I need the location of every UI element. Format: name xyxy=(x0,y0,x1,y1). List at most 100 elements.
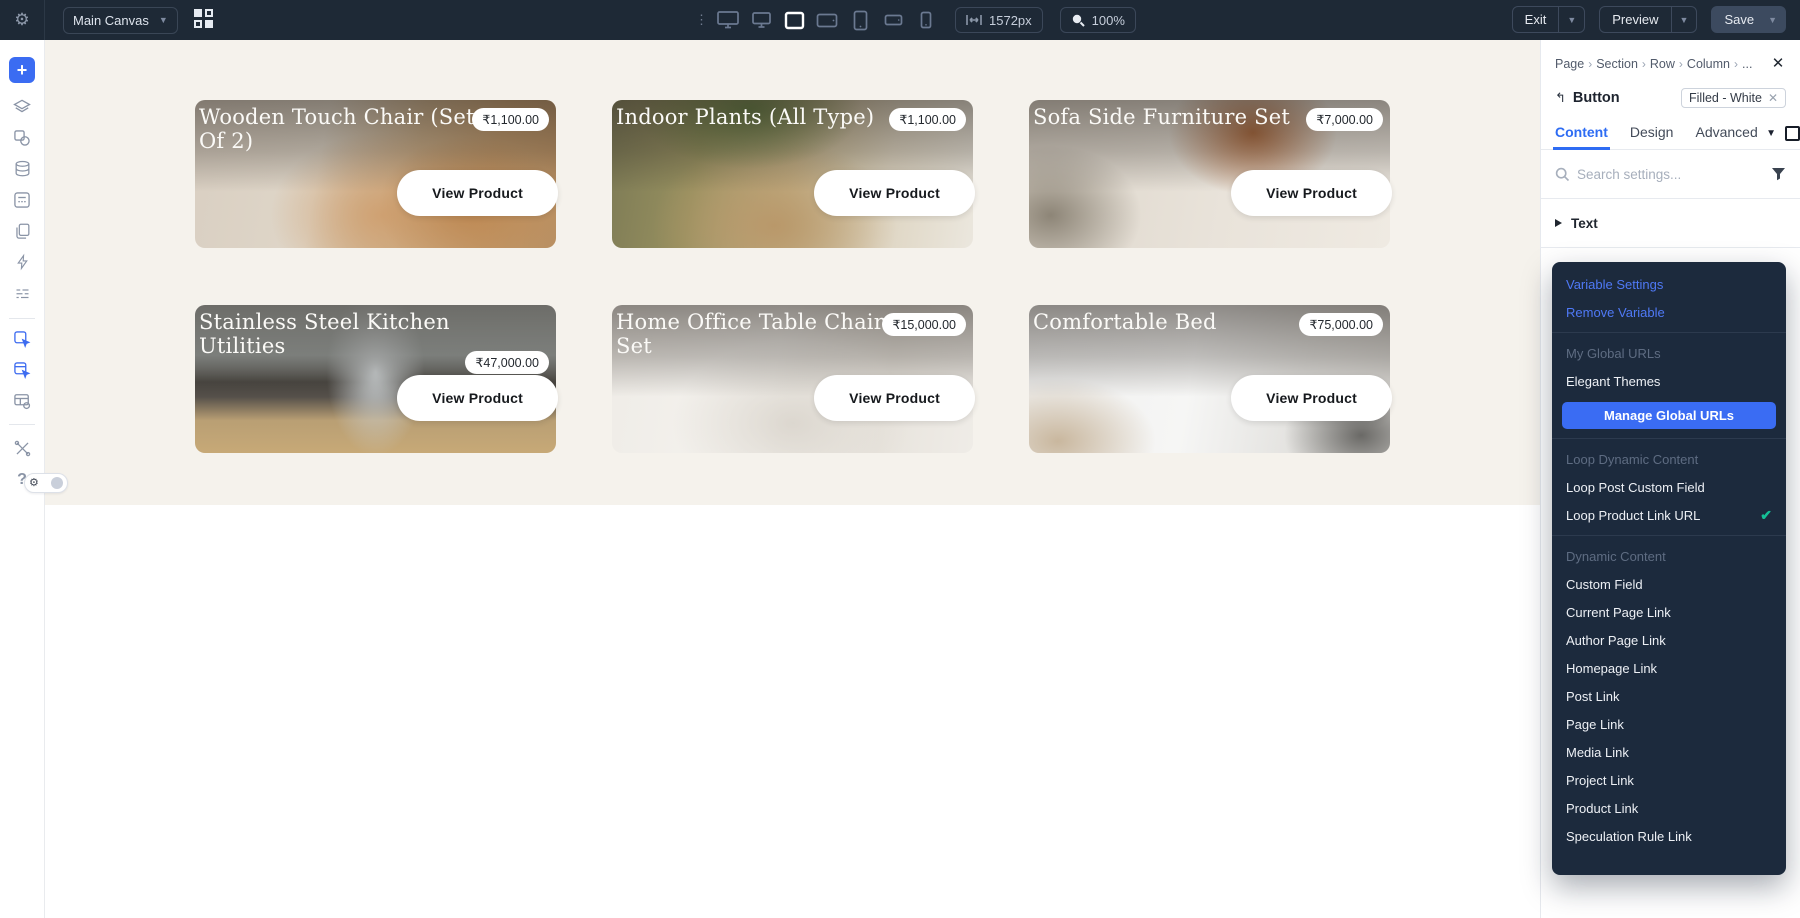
preview-button[interactable]: Preview ▼ xyxy=(1599,6,1697,33)
view-product-button[interactable]: View Product xyxy=(814,170,975,216)
dropdown-item-author-page-link[interactable]: Author Page Link xyxy=(1552,626,1786,654)
zoom-control[interactable]: 100% xyxy=(1060,7,1136,33)
chevron-right-icon xyxy=(1555,219,1562,227)
view-product-button[interactable]: View Product xyxy=(397,170,558,216)
view-product-button[interactable]: View Product xyxy=(397,375,558,421)
dropdown-item-elegant-themes[interactable]: Elegant Themes xyxy=(1552,367,1786,395)
manage-global-urls-button[interactable]: Manage Global URLs xyxy=(1562,402,1776,429)
dropdown-item-homepage-link[interactable]: Homepage Link xyxy=(1552,654,1786,682)
breadcrumb-item-[interactable]: ... xyxy=(1742,57,1752,71)
element-box-icon[interactable] xyxy=(1785,126,1800,141)
tabs-chevron-down-icon[interactable]: ▼ xyxy=(1766,128,1776,139)
list-lines-icon[interactable] xyxy=(0,277,45,308)
breadcrumb-separator: › xyxy=(1734,57,1738,71)
dropdown-item-product-link[interactable]: Product Link xyxy=(1552,794,1786,822)
close-icon[interactable]: ✕ xyxy=(1770,56,1786,72)
filter-funnel-icon[interactable] xyxy=(1771,167,1786,181)
device-desktop-large-icon[interactable] xyxy=(716,8,740,32)
breadcrumb-item-section[interactable]: Section xyxy=(1596,57,1638,71)
canvas-width-input[interactable]: 1572px xyxy=(955,7,1043,33)
dropdown-group-header: Dynamic Content xyxy=(1552,542,1786,570)
exit-dropdown-chevron[interactable]: ▼ xyxy=(1558,7,1584,32)
copy-pages-icon[interactable] xyxy=(0,215,45,246)
dropdown-item-project-link[interactable]: Project Link xyxy=(1552,766,1786,794)
back-level-icon[interactable]: ↰ xyxy=(1555,90,1566,106)
view-product-button[interactable]: View Product xyxy=(814,375,975,421)
search-input[interactable] xyxy=(1577,167,1771,182)
layers-icon[interactable] xyxy=(0,91,45,122)
section-toggle-text[interactable]: Text xyxy=(1541,199,1800,248)
device-phone-portrait-icon[interactable] xyxy=(914,8,938,32)
variable-settings-link[interactable]: Variable Settings xyxy=(1552,270,1786,298)
lightning-icon[interactable] xyxy=(0,246,45,277)
select-module-icon[interactable] xyxy=(0,323,45,354)
device-current-breakpoint-icon[interactable] xyxy=(782,8,806,32)
preview-dropdown-chevron[interactable]: ▼ xyxy=(1671,7,1697,32)
builder-interface-toggle[interactable]: ⚙ xyxy=(24,473,68,493)
section-label: Text xyxy=(1571,216,1598,231)
save-button[interactable]: Save ▼ xyxy=(1711,6,1786,33)
dropdown-item-post-link[interactable]: Post Link xyxy=(1552,682,1786,710)
style-preset-tag[interactable]: Filled - White ✕ xyxy=(1681,88,1786,108)
breadcrumb-separator: › xyxy=(1588,57,1592,71)
tools-icon[interactable] xyxy=(0,433,45,464)
layout-grid-button[interactable] xyxy=(194,9,216,31)
exit-button[interactable]: Exit ▼ xyxy=(1512,6,1586,33)
breadcrumb-item-row[interactable]: Row xyxy=(1650,57,1675,71)
product-title: Home Office Table Chair Set xyxy=(616,310,916,358)
dropdown-item-label: Loop Post Custom Field xyxy=(1566,480,1705,495)
dropdown-item-label: Speculation Rule Link xyxy=(1566,829,1692,844)
dynamic-content-dropdown: Variable SettingsRemove VariableMy Globa… xyxy=(1552,262,1786,875)
preview-label: Preview xyxy=(1600,12,1670,27)
product-card[interactable]: Sofa Side Furniture Set ₹7,000.00 View P… xyxy=(1029,100,1390,248)
dropdown-item-label: Loop Product Link URL xyxy=(1566,508,1700,523)
dropdown-item-media-link[interactable]: Media Link xyxy=(1552,738,1786,766)
settings-search xyxy=(1541,150,1800,199)
view-product-button[interactable]: View Product xyxy=(1231,375,1392,421)
device-tablet-landscape-icon[interactable] xyxy=(815,8,839,32)
toggle-dot xyxy=(51,477,63,489)
builder-settings-gear-icon[interactable]: ⚙ xyxy=(0,0,45,40)
module-settings-icon[interactable] xyxy=(0,184,45,215)
device-desktop-icon[interactable] xyxy=(749,8,773,32)
device-tablet-portrait-icon[interactable] xyxy=(848,8,872,32)
tab-design[interactable]: Design xyxy=(1630,124,1674,149)
product-card[interactable]: Indoor Plants (All Type) ₹1,100.00 View … xyxy=(612,100,973,248)
exit-label: Exit xyxy=(1513,12,1559,27)
dropdown-item-loop-post-custom-field[interactable]: Loop Post Custom Field xyxy=(1552,473,1786,501)
breadcrumb-item-column[interactable]: Column xyxy=(1687,57,1730,71)
tab-advanced[interactable]: Advanced xyxy=(1695,124,1757,149)
dropdown-item-custom-field[interactable]: Custom Field xyxy=(1552,570,1786,598)
product-price-badge: ₹1,100.00 xyxy=(889,108,966,131)
dropdown-item-page-link[interactable]: Page Link xyxy=(1552,710,1786,738)
product-card[interactable]: Stainless Steel Kitchen Utilities ₹47,00… xyxy=(195,305,556,453)
device-phone-landscape-icon[interactable] xyxy=(881,8,905,32)
more-options-icon[interactable]: ⋮ xyxy=(695,18,707,22)
view-product-button[interactable]: View Product xyxy=(1231,170,1392,216)
product-card[interactable]: Comfortable Bed ₹75,000.00 View Product xyxy=(1029,305,1390,453)
product-price-badge: ₹47,000.00 xyxy=(465,351,549,374)
dropdown-item-label: Product Link xyxy=(1566,801,1638,816)
dropdown-item-current-page-link[interactable]: Current Page Link xyxy=(1552,598,1786,626)
save-dropdown-chevron[interactable]: ▼ xyxy=(1766,7,1785,32)
design-presets-icon[interactable] xyxy=(0,122,45,153)
remove-variable-link[interactable]: Remove Variable xyxy=(1552,298,1786,326)
select-row-icon[interactable] xyxy=(0,354,45,385)
database-icon[interactable] xyxy=(0,153,45,184)
breadcrumb-item-page[interactable]: Page xyxy=(1555,57,1584,71)
dropdown-item-speculation-rule-link[interactable]: Speculation Rule Link xyxy=(1552,822,1786,850)
dropdown-divider xyxy=(1552,438,1786,439)
tab-content[interactable]: Content xyxy=(1555,124,1608,149)
table-settings-icon[interactable] xyxy=(0,385,45,416)
add-module-button[interactable]: + xyxy=(9,57,35,83)
canvas-selector-label: Main Canvas xyxy=(73,13,149,28)
product-card[interactable]: Home Office Table Chair Set ₹15,000.00 V… xyxy=(612,305,973,453)
canvas-selector-dropdown[interactable]: Main Canvas ▼ xyxy=(63,7,178,34)
product-card[interactable]: Wooden Touch Chair (Set Of 2) ₹1,100.00 … xyxy=(195,100,556,248)
remove-preset-icon[interactable]: ✕ xyxy=(1768,91,1778,105)
sidebar-divider xyxy=(9,424,35,425)
dropdown-item-loop-product-link-url[interactable]: Loop Product Link URL ✔ xyxy=(1552,501,1786,529)
settings-tabs: Content Design Advanced ▼ xyxy=(1541,122,1800,150)
product-title: Indoor Plants (All Type) xyxy=(616,105,874,129)
gear-icon: ⚙ xyxy=(29,478,39,489)
